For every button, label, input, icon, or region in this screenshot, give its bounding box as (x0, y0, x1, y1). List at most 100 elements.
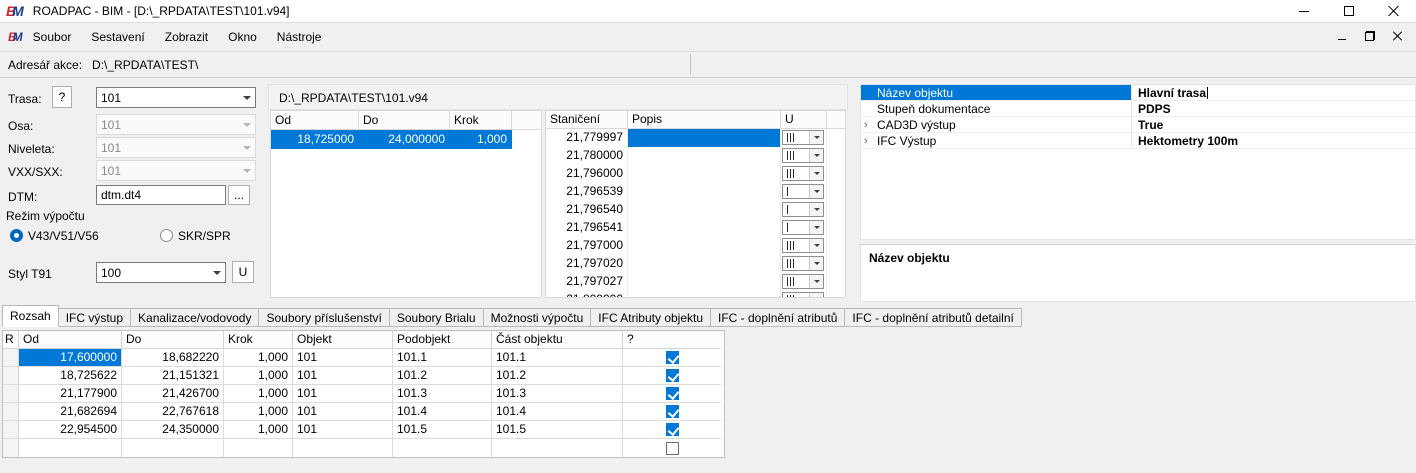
col-u[interactable]: U (781, 111, 827, 129)
chevron-down-icon[interactable] (809, 275, 823, 288)
popis-cell[interactable] (628, 129, 781, 147)
popis-cell[interactable] (628, 291, 781, 298)
row-checkbox[interactable] (666, 387, 679, 400)
station-value[interactable]: 21,780000 (546, 147, 628, 165)
maximize-button[interactable] (1326, 0, 1371, 22)
range-do[interactable]: 24,000000 (359, 130, 450, 149)
col-od[interactable]: Od (271, 111, 359, 130)
u-type-select[interactable] (782, 166, 824, 181)
cell-podobjekt[interactable]: 101.5 (393, 421, 492, 439)
station-value[interactable]: 21,796000 (546, 165, 628, 183)
u-type-select[interactable] (782, 274, 824, 289)
dtm-browse-button[interactable]: ... (228, 185, 250, 205)
u-type-select[interactable] (782, 202, 824, 217)
property-value[interactable]: PDPS (1131, 101, 1415, 117)
row-checkbox[interactable] (666, 423, 679, 436)
grid-new-row[interactable] (3, 439, 724, 457)
popis-cell[interactable] (628, 237, 781, 255)
grid-row[interactable]: 21,682694 22,767618 1,000 101 101.4 101.… (3, 403, 724, 421)
col-question[interactable]: ? (623, 331, 721, 349)
property-row[interactable]: Název objektu Hlavní trasa (861, 85, 1415, 101)
station-value[interactable]: 21,797020 (546, 255, 628, 273)
cell-cast[interactable] (492, 439, 623, 457)
cell-objekt[interactable]: 101 (293, 421, 393, 439)
row-checkbox[interactable] (666, 369, 679, 382)
popis-cell[interactable] (628, 165, 781, 183)
u-type-select[interactable] (782, 238, 824, 253)
expander-icon[interactable]: › (864, 117, 874, 133)
row-header[interactable] (3, 385, 19, 403)
col-do[interactable]: Do (122, 331, 224, 349)
cell-od[interactable]: 21,177900 (19, 385, 122, 403)
document-logo-icon[interactable]: B M (8, 30, 23, 44)
tab-moznosti-vypoctu[interactable]: Možnosti výpočtu (483, 308, 592, 327)
expander-icon[interactable]: › (864, 133, 874, 149)
chevron-down-icon[interactable] (809, 257, 823, 270)
cell-do[interactable]: 21,426700 (122, 385, 224, 403)
cell-do[interactable]: 21,151321 (122, 367, 224, 385)
cell-do[interactable]: 22,767618 (122, 403, 224, 421)
col-popis[interactable]: Popis (628, 111, 781, 129)
cell-do[interactable]: 24,350000 (122, 421, 224, 439)
station-value[interactable]: 21,796539 (546, 183, 628, 201)
cell-objekt[interactable] (293, 439, 393, 457)
cell-do[interactable]: 18,682220 (122, 349, 224, 367)
menu-okno[interactable]: Okno (218, 23, 267, 51)
corner-header[interactable]: R (3, 331, 19, 349)
cell-podobjekt[interactable] (393, 439, 492, 457)
row-checkbox[interactable] (666, 405, 679, 418)
range-od[interactable]: 18,725000 (271, 130, 359, 149)
row-header[interactable] (3, 439, 19, 457)
cell-krok[interactable]: 1,000 (224, 349, 293, 367)
mdi-restore-button[interactable] (1358, 27, 1382, 45)
cell-od[interactable]: 21,682694 (19, 403, 122, 421)
cell-podobjekt[interactable]: 101.4 (393, 403, 492, 421)
menu-sestaveni[interactable]: Sestavení (81, 23, 154, 51)
tab-ifc-vystup[interactable]: IFC výstup (58, 308, 131, 327)
menu-zobrazit[interactable]: Zobrazit (155, 23, 218, 51)
col-cast-objektu[interactable]: Část objektu (492, 331, 623, 349)
tab-ifc-doplneni-detailni[interactable]: IFC - doplnění atributů detailní (844, 308, 1021, 327)
property-value[interactable]: True (1131, 117, 1415, 133)
cell-cast[interactable]: 101.4 (492, 403, 623, 421)
property-label[interactable]: Stupeň dokumentace (861, 101, 1131, 117)
col-od[interactable]: Od (19, 331, 122, 349)
u-type-select[interactable] (782, 220, 824, 235)
radio-v43-v51-v56[interactable] (10, 229, 23, 242)
station-value[interactable]: 21,797027 (546, 273, 628, 291)
property-row[interactable]: › IFC Výstup Hektometry 100m (861, 133, 1415, 149)
menu-nastroje[interactable]: Nástroje (267, 23, 332, 51)
cell-od[interactable]: 18,725622 (19, 367, 122, 385)
cell-krok[interactable]: 1,000 (224, 403, 293, 421)
chevron-down-icon[interactable] (809, 293, 823, 298)
cell-podobjekt[interactable]: 101.1 (393, 349, 492, 367)
property-value[interactable]: Hektometry 100m (1131, 133, 1415, 149)
cell-cast[interactable]: 101.5 (492, 421, 623, 439)
chevron-down-icon[interactable] (809, 239, 823, 252)
station-row[interactable]: 21,779997 (546, 129, 845, 147)
grid-row[interactable]: 21,177900 21,426700 1,000 101 101.3 101.… (3, 385, 724, 403)
row-header[interactable] (3, 349, 19, 367)
cell-objekt[interactable]: 101 (293, 349, 393, 367)
cell-do[interactable] (122, 439, 224, 457)
u-type-select[interactable] (782, 292, 824, 298)
popis-cell[interactable] (628, 147, 781, 165)
property-label[interactable]: IFC Výstup (861, 133, 1131, 149)
help-button[interactable]: ? (52, 86, 72, 108)
property-row[interactable]: › CAD3D výstup True (861, 117, 1415, 133)
cell-od[interactable]: 22,954500 (19, 421, 122, 439)
station-row[interactable]: 21,797020 (546, 255, 845, 273)
property-value[interactable]: Hlavní trasa (1131, 85, 1415, 101)
station-row[interactable]: 21,796000 (546, 165, 845, 183)
row-checkbox[interactable] (666, 351, 679, 364)
popis-cell[interactable] (628, 201, 781, 219)
cell-od[interactable] (19, 439, 122, 457)
cell-krok[interactable]: 1,000 (224, 421, 293, 439)
popis-cell[interactable] (628, 183, 781, 201)
grid-row[interactable]: 22,954500 24,350000 1,000 101 101.5 101.… (3, 421, 724, 439)
dtm-input[interactable]: dtm.dt4 (96, 185, 226, 205)
chevron-down-icon[interactable] (809, 221, 823, 234)
trasa-select[interactable]: 101 (96, 87, 256, 108)
col-stanicen[interactable]: Staničení (546, 111, 628, 129)
col-krok[interactable]: Krok (450, 111, 512, 130)
